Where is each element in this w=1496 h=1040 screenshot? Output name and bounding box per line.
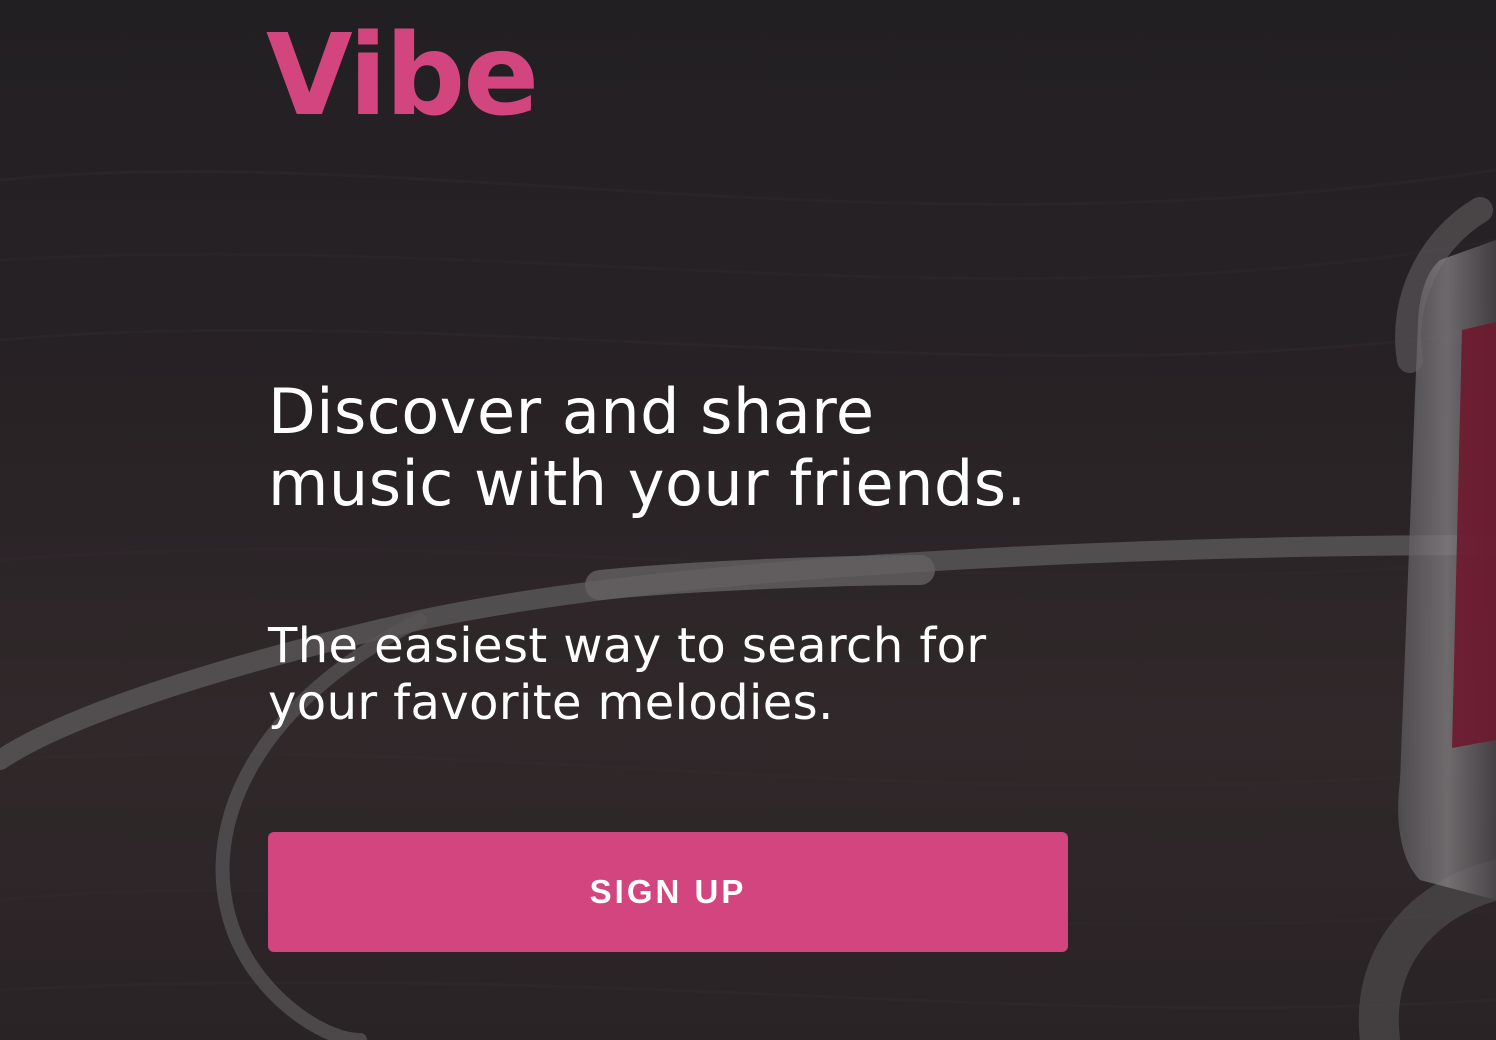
brand-logo[interactable]: Vibe <box>266 6 539 146</box>
hero-headline: Discover and share music with your frien… <box>268 375 1027 520</box>
landing-page: Vibe Discover and share music with your … <box>0 0 1496 1040</box>
hero-subheadline: The easiest way to search for your favor… <box>268 618 987 731</box>
sign-up-button[interactable]: SIGN UP <box>268 832 1068 952</box>
